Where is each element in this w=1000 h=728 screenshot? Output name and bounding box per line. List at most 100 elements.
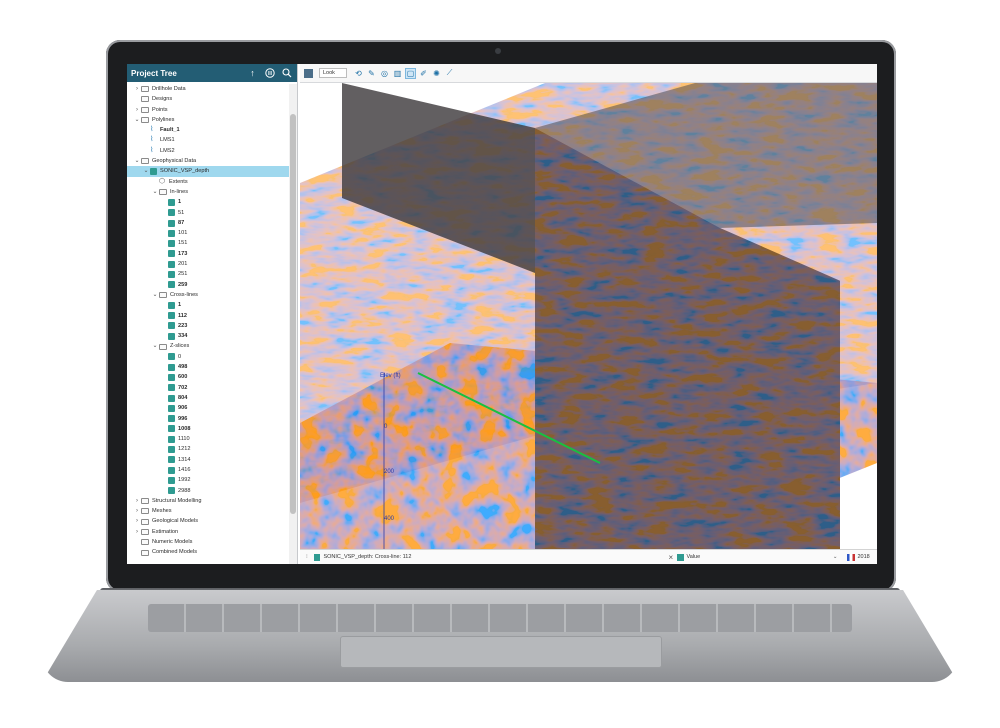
seismic-icon [168, 404, 175, 412]
tree-item[interactable]: 151 [127, 238, 289, 248]
slice-icon[interactable]: ◎ [379, 68, 390, 79]
grip-icon[interactable]: ⁞ [300, 554, 314, 560]
pencil-icon[interactable]: ✐ [418, 68, 429, 79]
tree-item[interactable]: 498 [127, 362, 289, 372]
tree-item[interactable]: 334 [127, 331, 289, 341]
tree-item[interactable]: 1416 [127, 465, 289, 475]
tree-scrollbar[interactable] [289, 84, 297, 564]
tree-item[interactable]: › Structural Modelling [127, 496, 289, 506]
scene-window-icon[interactable] [304, 68, 313, 78]
tree-item[interactable]: 0 [127, 352, 289, 362]
tree-item-label: 996 [178, 415, 188, 422]
chevron-right-icon[interactable]: › [133, 496, 141, 506]
tree-item[interactable]: ⌇ Fault_1 [127, 125, 289, 135]
seismic-icon [168, 332, 175, 340]
tree-item[interactable]: ⌄ Z-slices [127, 341, 289, 351]
pause-icon[interactable] [263, 67, 276, 80]
seismic-icon [313, 553, 321, 561]
app-screen: Project Tree ↑ › Drillhole Data Designs › Po… [127, 64, 877, 564]
tree-scrollbar-thumb[interactable] [290, 114, 296, 514]
tree-item[interactable]: 600 [127, 372, 289, 382]
tree-item[interactable]: Numeric Models [127, 537, 289, 547]
tree-item[interactable]: 906 [127, 403, 289, 413]
seismic-icon [168, 219, 175, 227]
tree-item[interactable]: 51 [127, 208, 289, 218]
seismic-icon [168, 281, 175, 289]
tree-item-label: LMS2 [160, 147, 175, 154]
seismic-icon [168, 209, 175, 217]
tree-item-label: 702 [178, 384, 188, 391]
seismic-icon [168, 415, 175, 423]
draw-polyline-icon[interactable]: ✎ [366, 68, 377, 79]
look-dropdown[interactable]: Look [319, 68, 347, 78]
rotate-icon[interactable]: ⟲ [353, 68, 364, 79]
tree-item[interactable]: 1992 [127, 475, 289, 485]
colormap-icon[interactable] [846, 553, 855, 561]
tree-item[interactable]: 259 [127, 280, 289, 290]
tree-item[interactable]: 1 [127, 197, 289, 207]
tree-item[interactable]: › Points [127, 105, 289, 115]
seismic-3d-view[interactable]: Elev (ft) 0 200 400 [300, 83, 877, 550]
tree-item-label: Z-slices [170, 343, 190, 350]
seismic-icon [168, 322, 175, 330]
tree-item[interactable]: 1 [127, 300, 289, 310]
chevron-right-icon[interactable]: › [133, 527, 141, 537]
tree-item[interactable]: 173 [127, 249, 289, 259]
tree-item[interactable]: 223 [127, 321, 289, 331]
tree-item[interactable]: 251 [127, 269, 289, 279]
seismic-icon [168, 373, 175, 381]
chevron-down-icon[interactable]: ⌄ [151, 290, 159, 300]
seismic-icon [168, 229, 175, 237]
scene-viewer[interactable]: Look ⟲ ✎ ◎ ▥ ▢ ✐ ✺ ⟋ Elev (ft) 0 200 400… [300, 64, 877, 564]
tree-item[interactable]: ⌄ In-lines [127, 187, 289, 197]
seismic-icon [168, 240, 175, 248]
tree-item[interactable]: 1314 [127, 455, 289, 465]
chevron-right-icon[interactable]: › [133, 506, 141, 516]
chevron-right-icon[interactable]: › [133, 516, 141, 526]
tree-item[interactable]: 1212 [127, 444, 289, 454]
chevron-down-icon[interactable]: ⌄ [833, 554, 841, 560]
tree-item[interactable]: 2988 [127, 486, 289, 496]
search-icon[interactable] [280, 67, 293, 80]
folder-icon [159, 189, 167, 196]
tree-item[interactable]: ⌄ Cross-lines [127, 290, 289, 300]
tree-item[interactable]: Designs [127, 94, 289, 104]
tree-item[interactable]: ⌄ Geophysical Data [127, 156, 289, 166]
tree-item[interactable]: 112 [127, 311, 289, 321]
orbit-icon[interactable]: ✺ [431, 68, 442, 79]
ruler-icon[interactable]: ⟋ [444, 68, 455, 79]
tree-item-label: Fault_1 [160, 127, 180, 134]
tree-item[interactable]: 702 [127, 383, 289, 393]
select-icon[interactable]: ▢ [405, 67, 416, 79]
chevron-down-icon[interactable]: ⌄ [151, 187, 159, 197]
tree-item[interactable]: 1110 [127, 434, 289, 444]
value-dropdown[interactable]: Value [687, 554, 833, 560]
chevron-down-icon[interactable]: ⌄ [133, 156, 141, 166]
chevron-down-icon[interactable]: ⌄ [133, 115, 141, 125]
tree-item[interactable]: 804 [127, 393, 289, 403]
folder-icon [141, 498, 149, 505]
tree-item[interactable]: ⌄ SONIC_VSP_depth [127, 166, 289, 177]
tree-item[interactable]: ⌇ LMS2 [127, 146, 289, 156]
chevron-right-icon[interactable]: › [133, 84, 141, 94]
folder-icon [141, 528, 149, 535]
tree-item[interactable]: Combined Models [127, 547, 289, 557]
tree-item[interactable]: 1008 [127, 424, 289, 434]
close-icon[interactable]: × [665, 553, 677, 562]
tree-item[interactable]: ⌄ Polylines [127, 115, 289, 125]
tree-item[interactable]: ⌇ LMS1 [127, 135, 289, 145]
tree-item[interactable]: › Geological Models [127, 516, 289, 526]
tree-item[interactable]: 996 [127, 414, 289, 424]
tree-item[interactable]: 201 [127, 259, 289, 269]
tree-item[interactable]: 101 [127, 228, 289, 238]
chevron-down-icon[interactable]: ⌄ [142, 166, 150, 176]
tree-item[interactable]: › Meshes [127, 506, 289, 516]
chevron-down-icon[interactable]: ⌄ [151, 341, 159, 351]
arrow-up-icon[interactable]: ↑ [246, 67, 259, 80]
tree-item[interactable]: › Drillhole Data [127, 84, 289, 94]
tree-item[interactable]: ⬡ Extents [127, 177, 289, 187]
plane-icon[interactable]: ▥ [392, 68, 403, 79]
tree-item[interactable]: 87 [127, 218, 289, 228]
chevron-right-icon[interactable]: › [133, 105, 141, 115]
tree-item[interactable]: › Estimation [127, 527, 289, 537]
